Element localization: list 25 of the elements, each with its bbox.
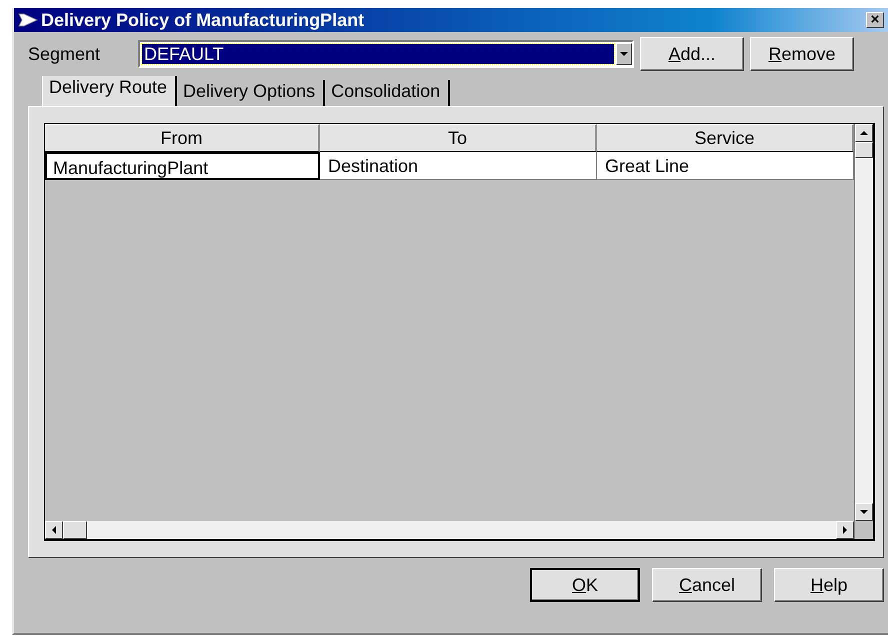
column-header[interactable]: Service [597, 124, 854, 152]
arrow-icon [18, 13, 38, 27]
segment-button[interactable]: Add... [640, 37, 744, 71]
scroll-left-icon[interactable] [45, 521, 63, 539]
scroll-up-icon[interactable] [855, 124, 873, 142]
dialog-button[interactable]: OK [530, 568, 640, 602]
vertical-scrollbar[interactable] [854, 124, 873, 539]
table-cell[interactable]: Great Line [597, 152, 854, 180]
segment-button[interactable]: Remove [750, 37, 854, 71]
tab[interactable]: Delivery Route [42, 76, 178, 106]
segment-dropdown[interactable]: DEFAULT [138, 40, 634, 68]
table-cell[interactable]: Destination [320, 152, 597, 180]
column-header[interactable]: To [320, 124, 597, 152]
scroll-thumb[interactable] [63, 521, 87, 539]
horizontal-scrollbar[interactable] [45, 521, 854, 539]
dialog-button[interactable]: Cancel [652, 568, 762, 602]
segment-label: Segment [28, 44, 102, 64]
scroll-down-icon[interactable] [855, 503, 873, 521]
close-button[interactable]: × [866, 12, 884, 28]
scroll-right-icon[interactable] [836, 521, 854, 539]
window-title: Delivery Policy of ManufacturingPlant [41, 10, 366, 30]
column-header[interactable]: From [45, 124, 320, 152]
scroll-thumb[interactable] [855, 142, 873, 158]
table-cell[interactable]: ManufacturingPlant [45, 152, 320, 180]
dialog-button[interactable]: Help [774, 568, 884, 602]
